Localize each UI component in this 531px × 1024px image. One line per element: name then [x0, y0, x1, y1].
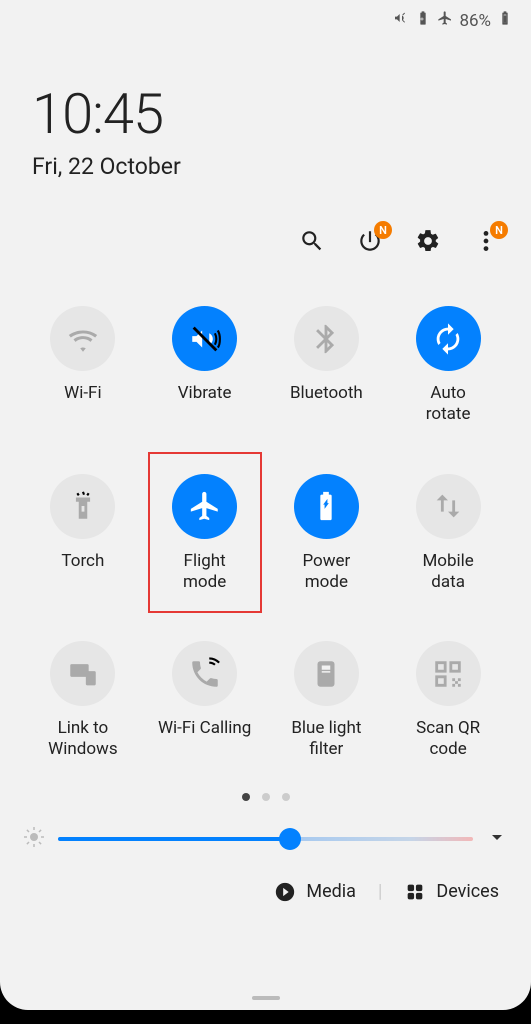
status-bar: 86% — [0, 0, 531, 31]
brightness-icon — [22, 825, 46, 853]
search-icon — [299, 228, 325, 254]
clock-date: Fri, 22 October — [32, 153, 531, 180]
bottom-row: Media | Devices — [0, 853, 531, 903]
tile-torch: Torch — [22, 474, 144, 594]
devices-label: Devices — [436, 881, 499, 902]
tile-label: Wi-Fi — [64, 383, 101, 425]
wificalling-toggle[interactable] — [172, 641, 237, 706]
power-toggle[interactable] — [294, 474, 359, 539]
linkwindows-icon — [66, 657, 100, 691]
bluetooth-icon — [309, 322, 343, 356]
tile-label: Autorotate — [426, 383, 471, 426]
bluelight-toggle[interactable] — [294, 641, 359, 706]
pager[interactable] — [0, 793, 531, 801]
tile-mobiledata: Mobiledata — [387, 474, 509, 594]
slider-track — [58, 837, 473, 841]
tile-label: Link toWindows — [48, 718, 117, 761]
more-button[interactable]: N — [473, 228, 499, 258]
tile-autorotate: Autorotate — [387, 306, 509, 426]
battery-percentage: 86% — [459, 11, 491, 31]
tile-wificalling: Wi-Fi Calling — [144, 641, 266, 761]
tile-wifi: Wi-Fi — [22, 306, 144, 426]
divider: | — [378, 881, 382, 902]
wifi-icon — [66, 322, 100, 356]
tile-bluetooth: Bluetooth — [266, 306, 388, 426]
pager-dot — [242, 793, 250, 801]
brightness-slider[interactable] — [58, 837, 473, 841]
media-label: Media — [306, 881, 356, 902]
airplane-icon — [188, 489, 222, 523]
power-button[interactable]: N — [357, 228, 383, 258]
power-icon — [309, 489, 343, 523]
tiles-grid: Wi-Fi Vibrate Bluetooth Autorotate Torch Flig… — [0, 258, 531, 761]
torch-icon — [66, 489, 100, 523]
wifi-toggle[interactable] — [50, 306, 115, 371]
tile-label: Wi-Fi Calling — [158, 718, 251, 760]
tile-airplane: Flightmode — [144, 474, 266, 594]
battery-icon — [497, 10, 513, 31]
devices-button[interactable]: Devices — [404, 881, 499, 903]
tile-label: Torch — [61, 551, 104, 593]
brightness-expand-button[interactable] — [485, 825, 509, 853]
tile-label: Bluetooth — [290, 383, 363, 425]
autorotate-toggle[interactable] — [416, 306, 481, 371]
tile-label: Vibrate — [178, 383, 232, 425]
search-button[interactable] — [299, 228, 325, 258]
vibrate-icon — [188, 322, 222, 356]
gear-icon — [415, 228, 441, 254]
play-circle-icon — [274, 881, 296, 903]
bluelight-icon — [309, 657, 343, 691]
tile-label: Scan QRcode — [416, 718, 480, 761]
autorotate-icon — [431, 322, 465, 356]
airplane-toggle[interactable] — [172, 474, 237, 539]
drag-handle[interactable] — [252, 996, 280, 1000]
tile-label: Powermode — [302, 551, 350, 594]
vibrate-toggle[interactable] — [172, 306, 237, 371]
bluetooth-toggle[interactable] — [294, 306, 359, 371]
pager-dot — [262, 793, 270, 801]
settings-button[interactable] — [415, 228, 441, 258]
pager-dot — [282, 793, 290, 801]
power-badge: N — [374, 221, 392, 239]
toolbar: N N — [0, 180, 531, 258]
airplane-status-icon — [437, 10, 453, 31]
battery-saver-icon — [415, 10, 431, 31]
tile-bluelight: Blue lightfilter — [266, 641, 388, 761]
qr-icon — [431, 657, 465, 691]
tile-label: Blue lightfilter — [291, 718, 361, 761]
linkwindows-toggle[interactable] — [50, 641, 115, 706]
mobiledata-icon — [431, 489, 465, 523]
tile-qr: Scan QRcode — [387, 641, 509, 761]
more-badge: N — [490, 221, 508, 239]
qr-toggle[interactable] — [416, 641, 481, 706]
clock-block[interactable]: 10:45 Fri, 22 October — [0, 31, 531, 180]
media-button[interactable]: Media — [274, 881, 356, 903]
wificalling-icon — [188, 657, 222, 691]
tile-label: Flightmode — [183, 551, 226, 594]
quick-settings-panel: 86% 10:45 Fri, 22 October N N Wi-Fi Vibra… — [0, 0, 531, 1010]
mobiledata-toggle[interactable] — [416, 474, 481, 539]
tile-vibrate: Vibrate — [144, 306, 266, 426]
mute-icon — [393, 10, 409, 31]
torch-toggle[interactable] — [50, 474, 115, 539]
chevron-down-icon — [485, 825, 509, 849]
devices-icon — [404, 881, 426, 903]
tile-linkwindows: Link toWindows — [22, 641, 144, 761]
tile-power: Powermode — [266, 474, 388, 594]
clock-time: 10:45 — [32, 81, 531, 147]
tile-label: Mobiledata — [422, 551, 473, 594]
slider-thumb[interactable] — [279, 828, 301, 850]
brightness-row — [0, 801, 531, 853]
